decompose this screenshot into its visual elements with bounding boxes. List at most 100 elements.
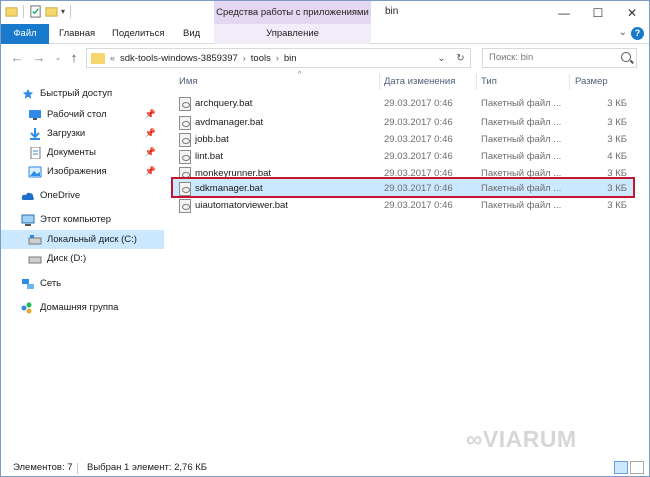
- quick-access-toolbar: ▾: [5, 5, 73, 18]
- batch-file-icon: [179, 115, 191, 130]
- help-icon[interactable]: ?: [631, 27, 644, 40]
- nav-label: Быстрый доступ: [40, 88, 113, 99]
- column-divider[interactable]: [569, 74, 570, 90]
- file-size: 3 КБ: [607, 200, 627, 211]
- nav-pictures[interactable]: Изображения 📌: [1, 162, 164, 181]
- details-view-icon[interactable]: [614, 461, 628, 474]
- file-name-cell: avdmanager.bat: [179, 115, 263, 130]
- nav-downloads[interactable]: Загрузки 📌: [1, 124, 164, 143]
- homegroup-icon: [21, 302, 32, 313]
- properties-icon[interactable]: [29, 5, 42, 18]
- folder-icon: [91, 52, 105, 64]
- window-title: bin: [385, 6, 399, 17]
- nav-label: OneDrive: [40, 190, 81, 201]
- up-arrow-icon[interactable]: ↑: [66, 50, 82, 66]
- column-header-size[interactable]: Размер: [575, 72, 608, 92]
- nav-label: Локальный диск (C:): [47, 234, 137, 245]
- status-bar: Элементов: 7 Выбран 1 элемент: 2,76 КБ: [1, 459, 649, 477]
- nav-disk-d[interactable]: Диск (D:): [1, 249, 164, 268]
- title-bar: ▾ Средства работы с приложениями bin — ☐…: [1, 1, 649, 24]
- nav-label: Сеть: [40, 278, 62, 289]
- pin-icon[interactable]: 📌: [145, 109, 156, 120]
- file-size: 4 КБ: [607, 151, 627, 162]
- pin-icon[interactable]: 📌: [145, 147, 156, 158]
- star-icon: [22, 88, 34, 99]
- recent-locations-icon[interactable]: ⌄: [50, 50, 66, 66]
- expand-ribbon-icon[interactable]: ⌄: [619, 27, 627, 38]
- search-input[interactable]: Поиск: bin: [482, 48, 637, 68]
- file-name-cell: lint.bat: [179, 149, 223, 164]
- nav-documents[interactable]: Документы 📌: [1, 143, 164, 162]
- file-name: jobb.bat: [195, 134, 229, 145]
- tab-view[interactable]: Вид: [173, 24, 210, 44]
- tab-home[interactable]: Главная: [49, 24, 105, 44]
- new-folder-icon[interactable]: [45, 5, 58, 18]
- view-switcher: [614, 461, 644, 474]
- file-name: archquery.bat: [195, 98, 253, 109]
- customize-toolbar-icon[interactable]: ▾: [61, 7, 65, 16]
- file-name-cell: jobb.bat: [179, 132, 229, 147]
- file-row[interactable]: uiautomatorviewer.bat 29.03.2017 0:46 Па…: [171, 196, 633, 215]
- computer-icon: [21, 214, 35, 226]
- window-controls: — ☐ ✕: [547, 1, 649, 24]
- column-header-name[interactable]: Имя: [179, 72, 198, 92]
- refresh-icon[interactable]: ↻: [451, 48, 470, 68]
- nav-onedrive[interactable]: OneDrive: [1, 186, 164, 205]
- file-date: 29.03.2017 0:46: [384, 117, 453, 128]
- breadcrumb-bin[interactable]: bin: [284, 53, 297, 64]
- column-header-type[interactable]: Тип: [481, 72, 497, 92]
- close-button[interactable]: ✕: [615, 1, 649, 24]
- chevron-right-icon[interactable]: ›: [276, 53, 279, 63]
- forward-arrow-icon[interactable]: →: [31, 50, 47, 66]
- nav-label: Рабочий стол: [47, 109, 107, 120]
- maximize-button[interactable]: ☐: [581, 1, 615, 24]
- chevron-right-icon[interactable]: ›: [243, 53, 246, 63]
- tab-manage[interactable]: Управление: [214, 24, 371, 44]
- nav-this-pc[interactable]: Этот компьютер: [1, 210, 164, 229]
- selection-info: Выбран 1 элемент: 2,76 КБ: [87, 462, 208, 473]
- column-header-date[interactable]: Дата изменения: [384, 72, 455, 92]
- back-arrow-icon[interactable]: ←: [9, 50, 25, 66]
- file-type: Пакетный файл ...: [481, 151, 562, 162]
- pin-icon[interactable]: 📌: [145, 166, 156, 177]
- nav-network[interactable]: Сеть: [1, 274, 164, 293]
- address-bar[interactable]: « sdk-tools-windows-3859397 › tools › bi…: [86, 48, 471, 68]
- nav-local-disk-c[interactable]: Локальный диск (C:): [1, 230, 164, 249]
- toolbar-divider: [23, 5, 24, 18]
- tab-file[interactable]: Файл: [1, 24, 49, 44]
- breadcrumb-tools[interactable]: tools: [251, 53, 271, 64]
- nav-homegroup[interactable]: Домашняя группа: [1, 298, 164, 317]
- minimize-button[interactable]: —: [547, 1, 581, 24]
- app-folder-icon: [5, 7, 18, 17]
- batch-file-icon: [179, 96, 191, 111]
- nav-quick-access[interactable]: Быстрый доступ: [1, 84, 164, 103]
- drive-icon: [28, 234, 42, 244]
- file-row[interactable]: archquery.bat 29.03.2017 0:46 Пакетный ф…: [171, 94, 633, 113]
- file-type: Пакетный файл ...: [481, 117, 562, 128]
- navigation-row: ← → ⌄ ↑ « sdk-tools-windows-3859397 › to…: [1, 45, 649, 71]
- pictures-icon: [28, 166, 42, 177]
- pin-icon[interactable]: 📌: [145, 128, 156, 139]
- file-type: Пакетный файл ...: [481, 134, 562, 145]
- column-divider[interactable]: [476, 74, 477, 90]
- network-icon: [22, 278, 34, 289]
- column-divider[interactable]: [379, 74, 380, 90]
- ribbon-tabs: Файл Главная Поделиться Вид Управление ⌄…: [1, 24, 649, 44]
- batch-file-icon: [179, 149, 191, 164]
- large-icons-view-icon[interactable]: [630, 461, 644, 474]
- breadcrumb-overflow[interactable]: «: [110, 53, 115, 63]
- tab-share[interactable]: Поделиться: [102, 24, 174, 44]
- file-size: 3 КБ: [607, 117, 627, 128]
- address-dropdown-icon[interactable]: ⌄: [432, 48, 451, 68]
- cloud-icon: [21, 192, 34, 200]
- file-size: 3 КБ: [607, 98, 627, 109]
- file-name-cell: uiautomatorviewer.bat: [179, 198, 288, 213]
- explorer-window: ▾ Средства работы с приложениями bin — ☐…: [0, 0, 650, 477]
- file-name: lint.bat: [195, 151, 223, 162]
- drive-icon: [28, 256, 42, 263]
- file-date: 29.03.2017 0:46: [384, 98, 453, 109]
- documents-icon: [30, 146, 41, 159]
- breadcrumb-sdk-tools[interactable]: sdk-tools-windows-3859397: [120, 53, 238, 64]
- nav-desktop[interactable]: Рабочий стол 📌: [1, 105, 164, 124]
- watermark-logo: ∞VIARUM: [466, 426, 577, 453]
